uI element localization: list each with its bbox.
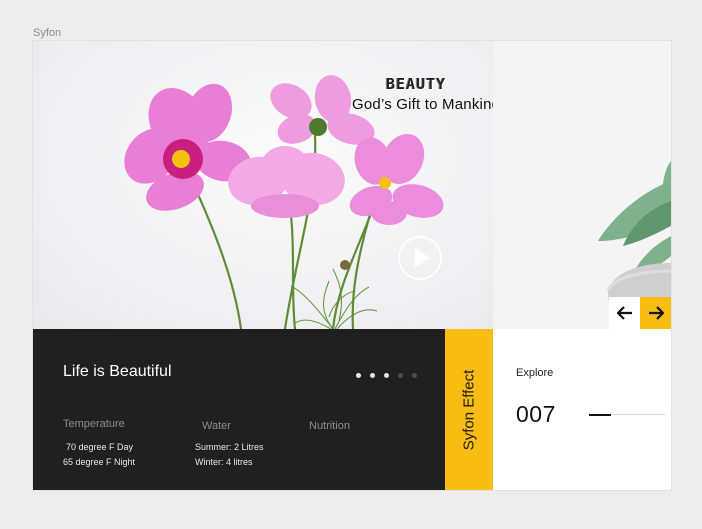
arrow-right-icon: [648, 306, 664, 320]
stat-temperature-label: Temperature: [63, 418, 125, 430]
stat-water-winter: Winter: 4 litres: [195, 457, 253, 467]
side-image: [493, 41, 671, 329]
app-frame: BEAUTY God’s Gift to Mankind Life is Bea…: [33, 41, 671, 490]
progress-line-active: [589, 414, 611, 416]
slide-dot[interactable]: [412, 373, 417, 378]
info-panel: Life is Beautiful Temperature 70 degree …: [33, 329, 445, 490]
explore-panel[interactable]: Explore 007: [493, 329, 671, 490]
accent-strip: Syfon Effect: [445, 329, 493, 490]
next-button[interactable]: [640, 297, 671, 329]
panel-title: Life is Beautiful: [63, 363, 172, 380]
slide-dot[interactable]: [356, 373, 361, 378]
prev-button[interactable]: [609, 297, 640, 329]
stat-temperature-night: 65 degree F Night: [63, 457, 136, 467]
hero-image: BEAUTY God’s Gift to Mankind: [33, 41, 493, 329]
slide-dot[interactable]: [398, 373, 403, 378]
slide-dot[interactable]: [384, 373, 389, 378]
stat-nutrition-label: Nutrition: [309, 420, 350, 432]
brand-logo: BEAUTY: [386, 75, 447, 93]
stat-temperature-day: 70 degree F Day: [66, 442, 134, 452]
hero-tagline: God’s Gift to Mankind: [352, 96, 493, 113]
arrow-left-icon: [616, 306, 632, 320]
slide-dot[interactable]: [370, 373, 375, 378]
stat-water-summer: Summer: 2 Litres: [195, 442, 264, 452]
strip-label: Syfon Effect: [460, 369, 478, 450]
slide-indicator: [356, 373, 417, 378]
explore-number: 007: [516, 401, 556, 427]
stat-water-label: Water: [202, 420, 231, 432]
play-icon[interactable]: [398, 236, 442, 280]
explore-label: Explore: [516, 367, 554, 379]
frame-label: Syfon: [33, 27, 62, 39]
succulent-illustration: [598, 161, 671, 329]
progress-line-track: [613, 414, 665, 415]
